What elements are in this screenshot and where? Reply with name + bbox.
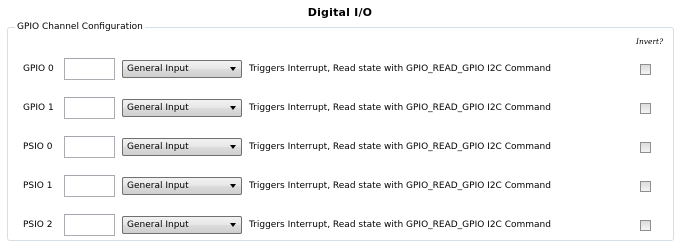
chevron-down-icon: [230, 184, 236, 188]
channel-description: Triggers Interrupt, Read state with GPIO…: [249, 220, 551, 230]
channel-row-psio-2: PSIO 2 General Input Triggers Interrupt,…: [0, 214, 680, 236]
channel-description: Triggers Interrupt, Read state with GPIO…: [249, 142, 551, 152]
invert-checkbox[interactable]: [640, 64, 651, 75]
channel-row-gpio-0: GPIO 0 General Input Triggers Interrupt,…: [0, 58, 680, 80]
dropdown-selected-value: General Input: [127, 103, 189, 113]
channel-label: PSIO 0: [23, 142, 53, 152]
channel-value-input[interactable]: [64, 214, 115, 236]
channel-row-psio-1: PSIO 1 General Input Triggers Interrupt,…: [0, 175, 680, 197]
dropdown-selected-value: General Input: [127, 181, 189, 191]
channel-value-input[interactable]: [64, 97, 115, 119]
channel-mode-dropdown[interactable]: General Input: [122, 60, 242, 78]
chevron-down-icon: [230, 67, 236, 71]
invert-column-header: Invert?: [636, 37, 664, 46]
channel-description: Triggers Interrupt, Read state with GPIO…: [249, 103, 551, 113]
dropdown-selected-value: General Input: [127, 220, 189, 230]
channel-row-gpio-1: GPIO 1 General Input Triggers Interrupt,…: [0, 97, 680, 119]
dropdown-selected-value: General Input: [127, 142, 189, 152]
channel-label: PSIO 2: [23, 220, 53, 230]
channel-value-input[interactable]: [64, 58, 115, 80]
channel-label: GPIO 0: [23, 64, 54, 74]
channel-description: Triggers Interrupt, Read state with GPIO…: [249, 64, 551, 74]
chevron-down-icon: [230, 223, 236, 227]
chevron-down-icon: [230, 145, 236, 149]
invert-checkbox[interactable]: [640, 181, 651, 192]
groupbox-title: GPIO Channel Configuration: [15, 21, 145, 33]
chevron-down-icon: [230, 106, 236, 110]
channel-label: PSIO 1: [23, 181, 53, 191]
page-title: Digital I/O: [307, 6, 373, 19]
channel-description: Triggers Interrupt, Read state with GPIO…: [249, 181, 551, 191]
channel-mode-dropdown[interactable]: General Input: [122, 216, 242, 234]
channel-row-psio-0: PSIO 0 General Input Triggers Interrupt,…: [0, 136, 680, 158]
dropdown-selected-value: General Input: [127, 64, 189, 74]
invert-checkbox[interactable]: [640, 220, 651, 231]
invert-checkbox[interactable]: [640, 142, 651, 153]
invert-checkbox[interactable]: [640, 103, 651, 114]
channel-label: GPIO 1: [23, 103, 54, 113]
channel-mode-dropdown[interactable]: General Input: [122, 99, 242, 117]
channel-value-input[interactable]: [64, 136, 115, 158]
channel-value-input[interactable]: [64, 175, 115, 197]
channel-mode-dropdown[interactable]: General Input: [122, 177, 242, 195]
channel-mode-dropdown[interactable]: General Input: [122, 138, 242, 156]
